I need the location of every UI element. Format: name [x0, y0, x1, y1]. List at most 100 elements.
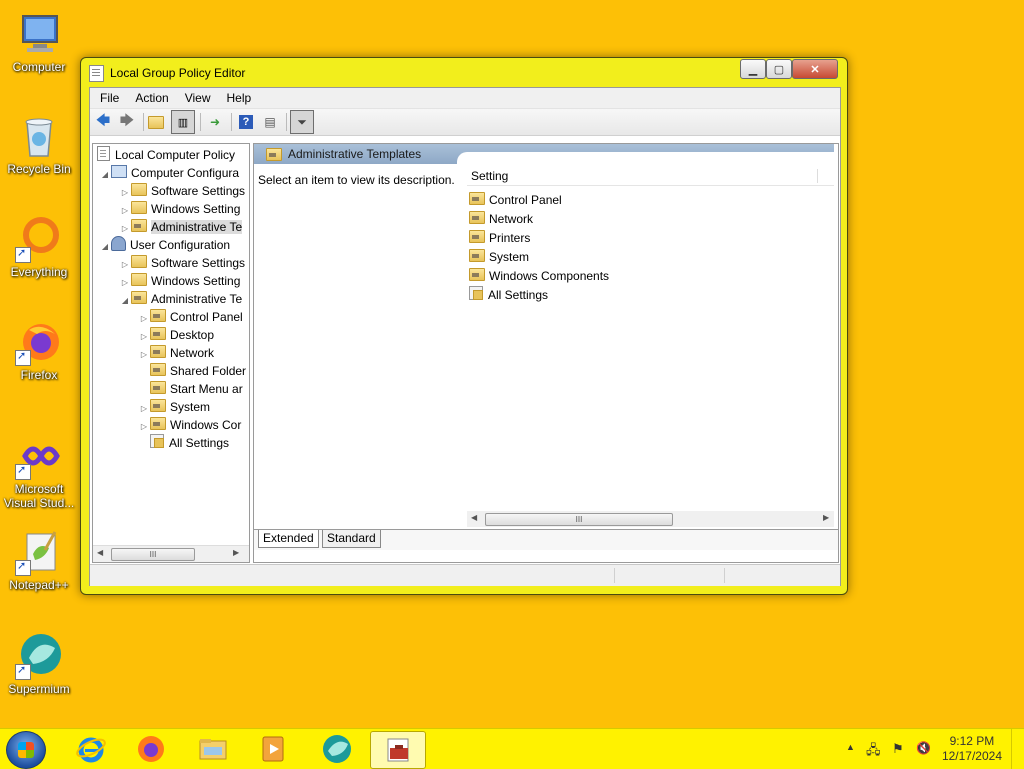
tree-item-computer-administrative-templates[interactable]: ▷ Administrative Te [119, 218, 243, 236]
scrollbar-thumb[interactable]: III [485, 513, 673, 526]
properties-view-button[interactable]: ▤ [259, 111, 281, 133]
everything-icon [15, 215, 63, 263]
tree-item-desktop[interactable]: ▷ Desktop [138, 326, 214, 344]
desktop-icon-visual-studio[interactable]: Microsoft Visual Stud... [2, 432, 76, 510]
shortcut-arrow-icon [15, 349, 31, 366]
menu-view[interactable]: View [177, 88, 219, 108]
list-item-system[interactable]: System [469, 248, 529, 267]
menu-help[interactable]: Help [219, 88, 260, 108]
back-button[interactable]: 🡄 [92, 111, 114, 133]
folder-icon [131, 255, 147, 268]
tree-item-start-menu-and-taskbar[interactable]: Start Menu ar [138, 380, 243, 398]
tree-item-user-configuration[interactable]: ◢ User Configuration [99, 236, 230, 254]
maximize-button[interactable]: ▢ [766, 59, 792, 79]
network-icon[interactable]: 🖧 [866, 741, 881, 757]
tab-extended[interactable]: Extended [258, 530, 319, 548]
app-icon [89, 65, 104, 82]
toolbar-separator [231, 113, 232, 131]
taskbar-file-explorer[interactable] [186, 731, 240, 767]
scroll-right-icon[interactable]: ▶ [233, 548, 239, 557]
taskbar-media-player[interactable] [246, 731, 300, 767]
folder-icon [131, 201, 147, 214]
desktop-icon-everything[interactable]: Everything [2, 215, 76, 279]
supermium-icon [323, 735, 351, 763]
desktop-icon-label: Supermium [8, 682, 70, 696]
menu-bar: File Action View Help [90, 88, 840, 109]
scroll-left-icon[interactable]: ◀ [97, 548, 103, 557]
navigation-tree[interactable]: Local Computer Policy ◢ Computer Configur… [92, 143, 250, 563]
list-item-all-settings[interactable]: All Settings [469, 286, 548, 305]
status-bar [90, 564, 840, 586]
start-button[interactable] [6, 731, 46, 769]
export-list-button[interactable]: ➜ [204, 111, 226, 133]
export-icon: ➜ [209, 115, 221, 129]
desktop-icon-firefox[interactable]: Firefox [2, 318, 76, 382]
menu-action[interactable]: Action [127, 88, 176, 108]
title-bar[interactable]: Local Group Policy Editor ▁ ▢ ✕ [81, 58, 847, 86]
up-one-level-button[interactable] [147, 111, 169, 133]
collapse-arrow-icon[interactable]: ◢ [119, 292, 131, 310]
tree-item-shared-folders[interactable]: Shared Folder [138, 362, 246, 380]
action-center-flag-icon[interactable]: ⚑ [892, 741, 906, 756]
desktop-icon-recycle-bin[interactable]: Recycle Bin [2, 112, 76, 176]
volume-muted-icon[interactable]: 🔇 [916, 741, 931, 755]
tab-standard[interactable]: Standard [322, 530, 381, 548]
tree-horizontal-scrollbar[interactable]: ◀ III ▶ [93, 545, 249, 562]
desktop-icon-supermium[interactable]: Supermium [2, 632, 76, 696]
group-policy-editor-icon [387, 738, 409, 762]
setting-column-header[interactable]: Setting [467, 167, 834, 186]
minimize-button[interactable]: ▁ [740, 59, 766, 79]
desktop-icon-notepad-plus-plus[interactable]: Notepad++ [2, 528, 76, 592]
tree-item-user-administrative-templates[interactable]: ◢ Administrative Te [119, 290, 242, 308]
file-explorer-icon [199, 739, 227, 760]
show-hide-tree-button[interactable]: ▥ [171, 110, 195, 134]
taskbar-firefox[interactable] [124, 731, 178, 767]
collapse-arrow-icon[interactable]: ◢ [99, 166, 111, 184]
menu-file[interactable]: File [92, 88, 127, 108]
column-header-label: Setting [471, 169, 509, 183]
filter-button[interactable]: ⏷ [290, 110, 314, 134]
forward-button[interactable]: 🡆 [116, 111, 138, 133]
scroll-right-icon[interactable]: ▶ [823, 513, 829, 522]
close-button[interactable]: ✕ [792, 59, 838, 79]
list-item-printers[interactable]: Printers [469, 229, 530, 248]
tree-item-system[interactable]: ▷ System [138, 398, 210, 416]
show-desktop-button[interactable] [1011, 729, 1024, 769]
desktop-icon-computer[interactable]: Computer [2, 10, 76, 74]
desktop-icon-label: Recycle Bin [7, 162, 71, 176]
taskbar-supermium[interactable] [310, 731, 364, 767]
tree-item-user-software-settings[interactable]: ▷ Software Settings [119, 254, 245, 272]
view-icon: ▤ [264, 115, 276, 129]
tree-item-computer-windows-settings[interactable]: ▷ Windows Setting [119, 200, 240, 218]
tree-item-computer-software-settings[interactable]: ▷ Software Settings [119, 182, 245, 200]
template-folder-icon [131, 291, 147, 304]
template-folder-icon [469, 192, 485, 205]
tree-pane-icon: ▥ [177, 116, 189, 129]
toolbar-separator [200, 113, 201, 131]
list-item-network[interactable]: Network [469, 210, 533, 229]
tree-item-all-settings[interactable]: All Settings [138, 434, 229, 452]
scrollbar-thumb[interactable]: III [111, 548, 195, 561]
tree-item-windows-components[interactable]: ▷ Windows Cor [138, 416, 241, 434]
tree-item-control-panel[interactable]: ▷ Control Panel [138, 308, 243, 326]
tree-item-label: Control Panel [170, 310, 243, 324]
help-button[interactable]: ? [235, 111, 257, 133]
tree-item-label: Shared Folder [170, 364, 247, 378]
tree-item-computer-configuration[interactable]: ◢ Computer Configura [99, 164, 239, 182]
tree-item-label: All Settings [169, 436, 230, 450]
tree-item-network[interactable]: ▷ Network [138, 344, 214, 362]
taskbar-group-policy-editor[interactable] [370, 731, 426, 769]
template-folder-icon [150, 327, 166, 340]
show-hidden-icons-button[interactable]: ▲ [846, 742, 860, 756]
clock[interactable]: 9:12 PM 12/17/2024 [942, 734, 1002, 764]
details-horizontal-scrollbar[interactable]: ◀ III ▶ [467, 511, 834, 527]
tree-item-user-windows-settings[interactable]: ▷ Windows Setting [119, 272, 240, 290]
scroll-left-icon[interactable]: ◀ [471, 513, 477, 522]
desktop-icon-label: Everything [10, 265, 68, 279]
list-item-windows-components[interactable]: Windows Components [469, 267, 609, 286]
tree-item-local-computer-policy[interactable]: Local Computer Policy [97, 146, 235, 164]
tree-item-label: System [170, 400, 211, 414]
taskbar-internet-explorer[interactable] [64, 731, 118, 767]
collapse-arrow-icon[interactable]: ◢ [99, 238, 111, 256]
list-item-control-panel[interactable]: Control Panel [469, 191, 562, 210]
